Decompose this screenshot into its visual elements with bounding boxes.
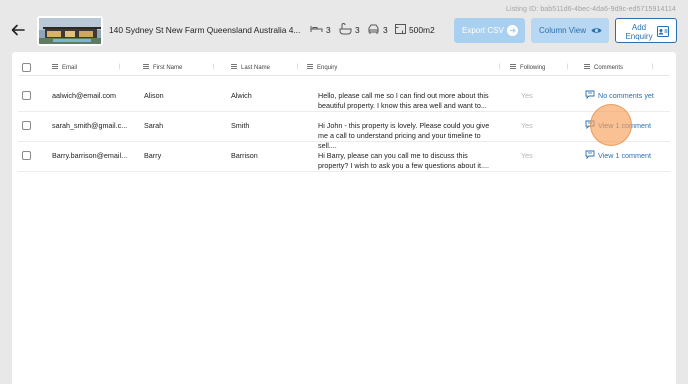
comment-icon <box>585 90 595 99</box>
column-header-last-name[interactable]: Last Name <box>231 64 270 71</box>
last-name-cell: Alwich <box>231 91 252 100</box>
back-arrow-icon[interactable] <box>10 22 26 38</box>
baths-count: 3 <box>355 25 360 35</box>
email-cell: sarah_smith@gmail.c... <box>52 121 128 130</box>
add-enquiry-button[interactable]: Add Enquiry <box>615 18 677 43</box>
export-csv-button[interactable]: Export CSV <box>454 18 525 43</box>
following-cell: Yes <box>521 121 533 130</box>
eye-icon <box>591 28 602 33</box>
row-checkbox[interactable] <box>22 121 31 130</box>
first-name-cell: Sarah <box>144 121 164 130</box>
row-checkbox[interactable] <box>22 151 31 160</box>
email-cell: aalwich@email.com <box>52 91 117 100</box>
bath-icon <box>339 23 352 35</box>
bed-icon <box>310 26 323 32</box>
first-name-cell: Alison <box>144 91 164 100</box>
select-all-checkbox[interactable] <box>22 63 31 72</box>
email-cell: Barry.barrison@email... <box>52 151 128 160</box>
click-highlight-marker <box>590 104 632 146</box>
header-divider <box>18 75 670 76</box>
column-header-first-name[interactable]: First Name <box>143 64 182 71</box>
listing-id: Listing ID: bab511d6-4bec-4da6-9d9c-ed57… <box>506 6 676 13</box>
last-name-cell: Barrison <box>231 151 258 160</box>
following-cell: Yes <box>521 151 533 160</box>
table-row[interactable]: Barry.barrison@email... Barry Barrison H… <box>12 142 676 172</box>
column-header-following[interactable]: Following <box>510 64 545 71</box>
table-header: Email | First Name | Last Name | Enquiry… <box>12 61 676 75</box>
area-icon <box>395 24 406 34</box>
property-address: 140 Sydney St New Farm Queensland Austra… <box>109 25 301 35</box>
column-menu-icon <box>52 64 58 69</box>
contact-card-icon <box>657 26 669 37</box>
arrow-right-circle-icon <box>507 25 518 36</box>
column-menu-icon <box>231 64 237 69</box>
enquiries-table: Email | First Name | Last Name | Enquiry… <box>12 52 676 384</box>
column-menu-icon <box>510 64 516 69</box>
first-name-cell: Barry <box>144 151 162 160</box>
add-enquiry-label-line1: Add <box>631 23 647 32</box>
car-icon <box>368 24 379 34</box>
column-header-comments[interactable]: Comments <box>584 64 623 71</box>
enquiry-cell: Hello, please call me so I can find out … <box>318 91 489 110</box>
beds-count: 3 <box>326 25 331 35</box>
export-csv-label: Export CSV <box>462 26 504 35</box>
column-menu-icon <box>143 64 149 69</box>
column-menu-icon <box>584 64 590 69</box>
column-menu-icon <box>307 64 313 69</box>
last-name-cell: Smith <box>231 121 250 130</box>
listing-header: 140 Sydney St New Farm Queensland Austra… <box>0 14 688 48</box>
row-checkbox[interactable] <box>22 91 31 100</box>
table-row[interactable]: aalwich@email.com Alison Alwich Hello, p… <box>12 82 676 112</box>
following-cell: Yes <box>521 91 533 100</box>
cars-count: 3 <box>383 25 388 35</box>
area-size: 500m2 <box>409 25 435 35</box>
comment-icon <box>585 150 595 159</box>
table-row[interactable]: sarah_smith@gmail.c... Sarah Smith Hi Jo… <box>12 112 676 150</box>
enquiry-cell: Hi Barry, please can you call me to disc… <box>318 151 489 170</box>
column-header-email[interactable]: Email <box>52 64 77 71</box>
column-view-label: Column View <box>539 26 586 35</box>
add-enquiry-label-line2: Enquiry <box>625 32 653 41</box>
column-view-button[interactable]: Column View <box>531 18 609 43</box>
property-thumbnail <box>37 16 103 46</box>
column-header-enquiry[interactable]: Enquiry <box>307 64 337 71</box>
